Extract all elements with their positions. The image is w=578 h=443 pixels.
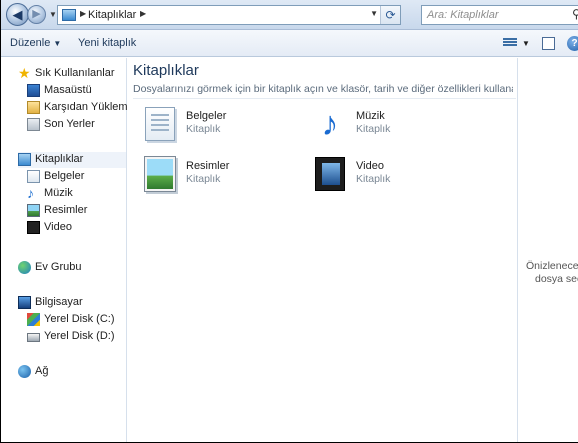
command-bar: Düzenle ▼ Yeni kitaplık ▼ ? [1,30,578,57]
organize-label: Düzenle [10,37,51,49]
homegroup-icon [18,261,31,274]
organize-button[interactable]: Düzenle ▼ [10,37,61,49]
preview-pane-toggle-icon[interactable] [542,37,555,50]
search-icon[interactable]: ⚲ [572,7,578,21]
documents-library-icon [145,107,175,141]
refresh-button[interactable]: ⟳ [380,6,400,24]
library-type: Kitaplık [186,173,221,185]
video-library-icon [315,157,345,191]
search-input[interactable]: Ara: Kitaplıklar ⚲ [421,5,578,25]
desktop-icon [27,84,40,97]
forward-arrow-icon: ▶ [32,8,41,20]
downloads-folder-icon [27,101,40,114]
address-field[interactable]: ▶ Kitaplıklar ▶ ▼ ⟳ [57,5,401,25]
library-name: Resimler [186,160,230,172]
disk-drive-icon [27,333,40,342]
library-name: Müzik [356,110,385,122]
back-button[interactable]: ◀ [6,3,29,26]
video-icon [27,221,40,234]
search-placeholder: Ara: Kitaplıklar [427,9,499,21]
explorer-window: ◀ ▶ ▼ ▶ Kitaplıklar ▶ ▼ ⟳ Ara: Kitaplıkl… [0,0,578,443]
library-name: Video [356,160,384,172]
nav-favorites-label: Sık Kullanılanlar [35,67,115,79]
library-tile-documents[interactable]: Belgeler Kitaplık [138,107,308,145]
nav-homegroup-label: Ev Grubu [35,261,82,273]
library-type: Kitaplık [356,173,391,185]
refresh-icon: ⟳ [385,8,396,22]
preview-message-line2: dosya seçin. [535,273,578,285]
nav-libraries-label: Kitaplıklar [35,153,84,165]
pictures-library-icon [145,157,175,191]
page-description: Dosyalarınızı görmek için bir kitaplık a… [133,83,513,95]
header-divider [133,98,516,99]
nav-network-label: Ağ [35,365,49,377]
address-dropdown-icon[interactable]: ▼ [370,9,378,18]
breadcrumb-libraries[interactable]: Kitaplıklar [88,9,136,21]
recent-pages-dropdown-icon[interactable]: ▼ [49,10,57,19]
nav-disk-d-label: Yerel Disk (D:) [44,330,115,342]
nav-documents-label: Belgeler [44,170,85,182]
navigation-pane: ★ Sık Kullanılanlar Masaüstü Karşıdan Yü… [1,58,146,442]
library-tile-pictures[interactable]: Resimler Kitaplık [138,157,308,195]
computer-icon [18,296,31,309]
page-title: Kitaplıklar [133,62,199,79]
library-name: Belgeler [186,110,227,122]
change-view-icon[interactable] [503,38,517,49]
nav-libraries[interactable]: Kitaplıklar [18,152,126,168]
new-library-label: Yeni kitaplık [78,37,137,49]
breadcrumb-separator-icon[interactable]: ▶ [80,9,86,18]
libraries-icon [18,153,31,166]
nav-music-label: Müzik [44,187,73,199]
nav-recent-label: Son Yerler [44,118,95,130]
chevron-down-icon: ▼ [53,39,62,48]
preview-pane: Önizlenecek bir dosya seçin. [517,58,578,442]
documents-icon [27,170,40,183]
library-tile-music[interactable]: ♪ Müzik Kitaplık [308,107,478,145]
library-type: Kitaplık [186,123,221,135]
nav-pictures-label: Resimler [44,204,88,216]
preview-message: Önizlenecek bir dosya seçin. [526,260,578,286]
star-icon: ★ [18,65,31,81]
nav-computer-label: Bilgisayar [35,296,83,308]
pictures-icon [27,204,40,217]
preview-message-line1: Önizlenecek bir [526,260,578,272]
forward-button[interactable]: ▶ [27,5,46,24]
help-icon[interactable]: ? [567,36,578,51]
nav-desktop-label: Masaüstü [44,84,92,96]
address-bar-row: ◀ ▶ ▼ ▶ Kitaplıklar ▶ ▼ ⟳ Ara: Kitaplıkl… [1,0,578,30]
recent-places-icon [27,118,40,131]
new-library-button[interactable]: Yeni kitaplık [78,37,136,49]
content-area: Kitaplıklar Dosyalarınızı görmek için bi… [128,58,516,442]
view-options-dropdown-icon[interactable]: ▼ [522,39,530,48]
music-library-icon: ♪ [321,105,339,143]
network-icon [18,365,31,378]
back-arrow-icon: ◀ [12,7,23,22]
nav-video-label: Video [44,221,72,233]
system-disk-icon [27,313,40,326]
library-tile-video[interactable]: Video Kitaplık [308,157,478,195]
libraries-icon [62,9,76,21]
breadcrumb-separator-icon[interactable]: ▶ [140,9,146,18]
library-type: Kitaplık [356,123,391,135]
nav-disk-c-label: Yerel Disk (C:) [44,313,115,325]
music-note-icon: ♪ [27,185,34,201]
